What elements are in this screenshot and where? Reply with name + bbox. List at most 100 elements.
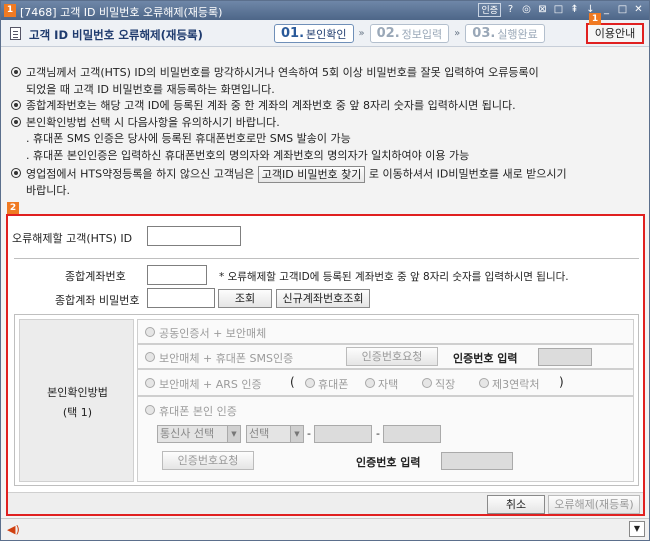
radio-sms[interactable]	[145, 352, 155, 362]
phone-prefix-select-value: 선택	[249, 427, 270, 440]
usage-guide-button[interactable]: 이용안내	[586, 23, 644, 44]
double-chevron-icon: »	[454, 28, 461, 39]
radio-mobile-auth[interactable]	[145, 405, 155, 415]
notice-item: 본인확인방법 선택 시 다음사항을 유의하시기 바랍니다.	[11, 115, 643, 132]
unlock-register-button[interactable]: 오류해제(재등록)	[548, 495, 640, 514]
main-window: 1 [7468] 고객 ID 비밀번호 오류해제(재등록) 인증 ? ◎ ⊠ □…	[0, 0, 650, 541]
step-3-label: 실행완료	[497, 27, 538, 41]
notice-subitem: . 휴대폰 SMS 인증은 당사에 등록된 휴대폰번호로만 SMS 발송이 가능	[11, 131, 643, 148]
notice-item: 영업점에서 HTS약정등록을 하지 않으신 고객님은 고객ID 비밀번호 찾기 …	[11, 166, 643, 183]
radio-cert[interactable]	[145, 327, 155, 337]
paren-close: )	[559, 375, 564, 389]
option-label: 휴대폰 본인 인증	[159, 405, 237, 418]
radio-ars-third[interactable]	[479, 378, 489, 388]
page-title: 고객 ID 비밀번호 오류해제(재등록)	[29, 28, 203, 42]
radio-ars-mobile[interactable]	[305, 378, 315, 388]
radio-ars[interactable]	[145, 378, 155, 388]
account-label: 종합계좌번호	[65, 270, 126, 283]
minimize-icon[interactable]: _	[600, 3, 613, 17]
find-id-password-button[interactable]: 고객ID 비밀번호 찾기	[257, 166, 366, 183]
link-icon[interactable]: 인증	[478, 3, 501, 17]
close-icon[interactable]: ✕	[632, 3, 645, 17]
option-label: 보안매체 + ARS 인증	[159, 378, 262, 391]
hts-id-input[interactable]	[147, 226, 241, 246]
step-1: 01. 본인확인	[274, 24, 354, 43]
notice-subitem: . 휴대폰 본인인증은 입력하신 휴대폰번호의 명의자와 계좌번호의 명의자가 …	[11, 148, 643, 165]
chevron-down-icon: ▼	[290, 426, 303, 442]
notice-subtext: . 휴대폰 본인인증은 입력하신 휴대폰번호의 명의자와 계좌번호의 명의자가 …	[26, 148, 470, 162]
notice-item: 종합계좌번호는 해당 고객 ID에 등록된 계좌 중 한 계좌의 계좌번호 중 …	[11, 98, 643, 115]
new-account-search-button[interactable]: 신규계좌번호조회	[276, 289, 370, 308]
auth-option-sms: 보안매체 + 휴대폰 SMS인증 인증번호요청 인증번호 입력	[137, 344, 634, 369]
auth-method-box: 본인확인방법 (택 1) 공동인증서 + 보안매체 보안매체 + 휴대폰 SMS…	[14, 314, 639, 486]
phone-middle-input[interactable]	[314, 425, 372, 443]
radio-ars-home[interactable]	[365, 378, 375, 388]
annotation-badge-2: 2	[7, 202, 19, 214]
sms-code-input[interactable]	[538, 348, 592, 366]
speaker-icon[interactable]: ◀)	[7, 523, 20, 536]
carrier-select[interactable]: 통신사 선택 ▼	[157, 425, 241, 443]
status-bar: ◀) ▼	[1, 518, 649, 540]
account-hint: * 오류해제할 고객ID에 등록된 계좌번호 중 앞 8자리 숫자를 입력하시면…	[219, 271, 569, 283]
chevron-down-icon: ▼	[227, 426, 240, 442]
chevron-down-icon[interactable]: ▼	[629, 521, 645, 537]
mobile-request-code-button[interactable]: 인증번호요청	[162, 451, 254, 470]
bullet-icon	[11, 100, 21, 110]
capture-icon[interactable]: ⊠	[536, 3, 549, 17]
bullet-icon	[11, 67, 21, 77]
auth-option-ars: 보안매체 + ARS 인증 ( 휴대폰 자택 직장 제3연락처 )	[137, 369, 634, 396]
step-2: 02. 정보입력	[369, 24, 450, 43]
carrier-select-value: 통신사 선택	[160, 427, 215, 440]
input-form-section: 오류해제할 고객(HTS) ID 종합계좌번호 * 오류해제할 고객ID에 등록…	[6, 214, 645, 516]
maximize-icon[interactable]: □	[616, 3, 629, 17]
radio-ars-work[interactable]	[422, 378, 432, 388]
target-icon[interactable]: ◎	[520, 3, 533, 17]
notice-item-cont: 바랍니다.	[11, 183, 643, 200]
phone-last-input[interactable]	[383, 425, 441, 443]
account-number-input[interactable]	[147, 265, 207, 285]
title-bar: 1 [7468] 고객 ID 비밀번호 오류해제(재등록) 인증 ? ◎ ⊠ □…	[1, 1, 649, 20]
auth-method-label-cell: 본인확인방법 (택 1)	[19, 319, 134, 482]
phone-dash: -	[307, 427, 311, 440]
notice-text: 로 이동하셔서 ID비밀번호를 새로 받으시기	[368, 167, 567, 181]
divider	[14, 258, 639, 259]
notice-text: 바랍니다.	[26, 184, 70, 197]
paren-open: (	[290, 375, 295, 389]
ars-work-label: 직장	[435, 378, 456, 391]
mobile-code-input[interactable]	[441, 452, 513, 470]
option-label: 보안매체 + 휴대폰 SMS인증	[159, 352, 294, 365]
annotation-badge-1: 1	[589, 13, 601, 25]
action-bar: 취소 오류해제(재등록)	[8, 492, 643, 514]
ars-home-label: 자택	[378, 378, 399, 391]
screen-header: 고객 ID 비밀번호 오류해제(재등록) 01. 본인확인 » 02. 정보입력…	[1, 20, 649, 47]
auth-option-mobile: 휴대폰 본인 인증 통신사 선택 ▼ 선택 ▼ - - 인증번호요청 인증번호 …	[137, 396, 634, 482]
step-2-number: 02.	[376, 26, 400, 41]
notice-text: 고객님께서 고객(HTS) ID의 비밀번호를 망각하시거나 연속하여 5회 이…	[26, 66, 539, 79]
step-2-label: 정보입력	[401, 27, 443, 41]
bullet-icon	[11, 116, 21, 127]
account-password-input[interactable]	[147, 288, 215, 308]
notice-text: 되었을 때 고객 ID 비밀번호를 재등록하는 화면입니다.	[26, 82, 275, 96]
password-label: 종합계좌 비밀번호	[55, 294, 140, 307]
option-label: 공동인증서 + 보안매체	[159, 327, 267, 340]
auth-options: 공동인증서 + 보안매체 보안매체 + 휴대폰 SMS인증 인증번호요청 인증번…	[137, 319, 634, 482]
ars-third-label: 제3연락처	[492, 378, 540, 391]
document-icon	[10, 27, 21, 40]
step-3: 03. 실행완료	[465, 24, 545, 43]
help-icon[interactable]: ?	[504, 3, 517, 17]
double-chevron-icon: »	[358, 28, 365, 39]
notice-subtext: . 휴대폰 SMS 인증은 당사에 등록된 휴대폰번호로만 SMS 발송이 가능	[26, 132, 351, 145]
pin-icon[interactable]: ⇞	[568, 3, 581, 17]
step-1-number: 01.	[281, 26, 305, 41]
id-label: 오류해제할 고객(HTS) ID	[12, 232, 133, 245]
notice-item: 고객님께서 고객(HTS) ID의 비밀번호를 망각하시거나 연속하여 5회 이…	[11, 65, 643, 82]
notice-item-cont: 되었을 때 고객 ID 비밀번호를 재등록하는 화면입니다.	[11, 82, 643, 99]
notice-text: 본인확인방법 선택 시 다음사항을 유의하시기 바랍니다.	[26, 115, 280, 129]
sms-request-code-button[interactable]: 인증번호요청	[346, 347, 438, 366]
search-button[interactable]: 조회	[218, 289, 272, 308]
sms-code-label: 인증번호 입력	[453, 352, 518, 365]
cancel-button[interactable]: 취소	[487, 495, 545, 514]
phone-prefix-select[interactable]: 선택 ▼	[246, 425, 304, 443]
window-icon[interactable]: □	[552, 3, 565, 17]
notice-text: 영업점에서 HTS약정등록을 하지 않으신 고객님은	[26, 167, 255, 181]
